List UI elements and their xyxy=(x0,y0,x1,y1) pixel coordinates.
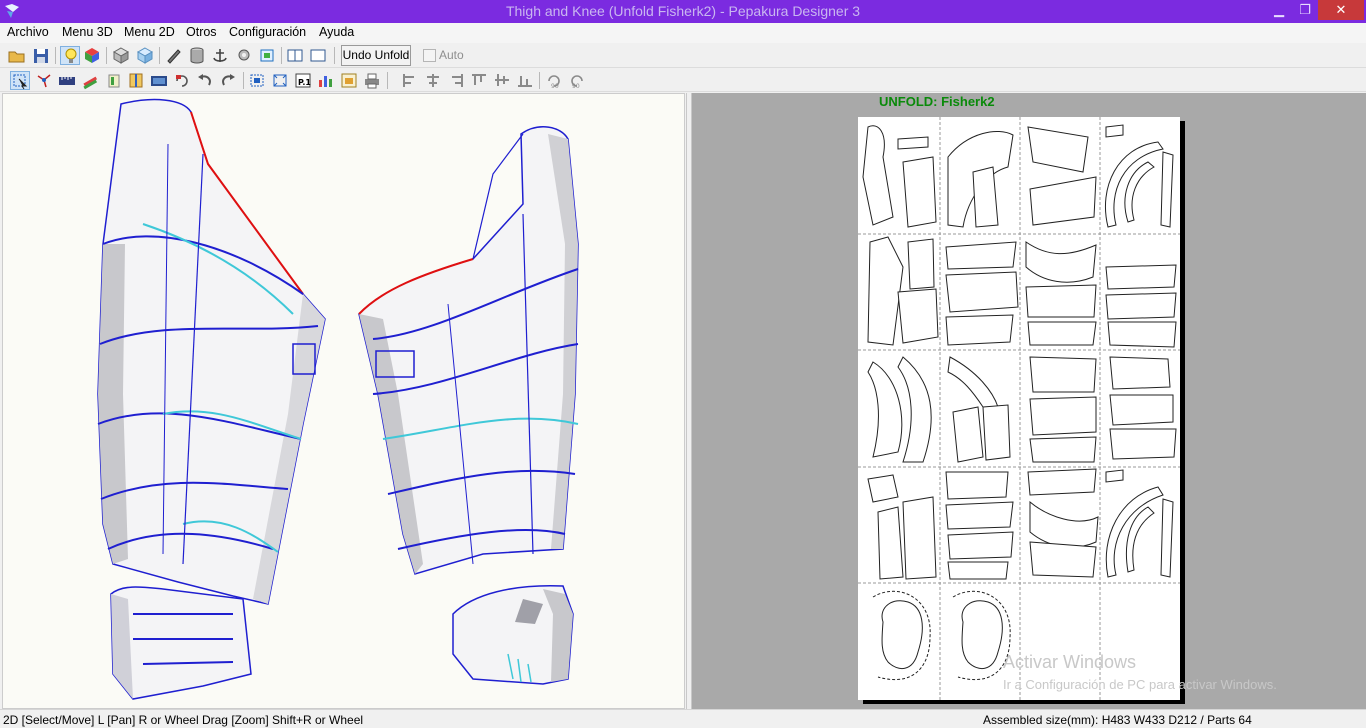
undo-icon[interactable] xyxy=(195,71,215,90)
rotate-90-ccw-icon[interactable]: 90 xyxy=(544,71,564,90)
snap-icon[interactable] xyxy=(270,71,290,90)
left-knee-model xyxy=(110,586,252,700)
unfold-heading: UNFOLD: Fisherk2 xyxy=(879,94,995,109)
2d-view[interactable]: UNFOLD: Fisherk2 Activar Windows Ir a Co… xyxy=(692,93,1366,709)
ruler-icon[interactable] xyxy=(57,71,77,90)
anchor-icon[interactable] xyxy=(210,46,230,65)
menu-otros[interactable]: Otros xyxy=(186,25,217,39)
texture-cube-icon[interactable] xyxy=(135,46,155,65)
auto-label: Auto xyxy=(439,48,464,62)
pattern-layout xyxy=(858,117,1180,700)
print-sheet[interactable] xyxy=(858,117,1180,700)
auto-checkbox[interactable] xyxy=(423,49,436,62)
menu-2d[interactable]: Menu 2D xyxy=(124,25,175,39)
align-left-icon[interactable] xyxy=(400,71,420,90)
close-button[interactable]: ✕ xyxy=(1318,0,1364,20)
title-bar: Thigh and Knee (Unfold Fisherk2) - Pepak… xyxy=(0,0,1366,23)
menu-3d[interactable]: Menu 3D xyxy=(62,25,113,39)
align-bottom-icon[interactable] xyxy=(515,71,535,90)
paint-icon[interactable] xyxy=(80,71,100,90)
save-icon[interactable] xyxy=(31,46,51,65)
lightbulb-icon[interactable] xyxy=(60,46,80,65)
edit-toolbar: P.1 90 90 xyxy=(0,68,1366,92)
left-thigh-model xyxy=(97,98,326,605)
activation-watermark-text: Ir a Configuración de PC para activar Wi… xyxy=(1003,677,1277,692)
flap-icon[interactable] xyxy=(257,46,277,65)
move-part-icon[interactable] xyxy=(149,71,169,90)
pencil-icon[interactable] xyxy=(164,46,184,65)
status-bar: 2D [Select/Move] L [Pan] R or Wheel Drag… xyxy=(0,709,1366,728)
wireframe-cube-icon[interactable] xyxy=(111,46,131,65)
svg-text:90: 90 xyxy=(572,83,580,90)
3d-view[interactable] xyxy=(2,93,685,709)
3d-model-canvas[interactable] xyxy=(3,94,686,710)
right-thigh-model xyxy=(358,126,579,575)
join-edge-icon[interactable] xyxy=(34,71,54,90)
align-center-icon[interactable] xyxy=(423,71,443,90)
rotate-icon[interactable] xyxy=(172,71,192,90)
toolbar-separator xyxy=(243,72,244,89)
select-icon[interactable] xyxy=(10,71,30,90)
page-icon[interactable] xyxy=(339,71,359,90)
toolbar-separator xyxy=(334,47,335,64)
activation-watermark-title: Activar Windows xyxy=(1003,652,1137,672)
settings-icon[interactable] xyxy=(234,46,254,65)
toolbar-separator xyxy=(159,47,160,64)
undo-unfold-button[interactable]: Undo Unfold xyxy=(341,45,411,66)
toolbar-separator xyxy=(106,47,107,64)
redo-icon[interactable] xyxy=(218,71,238,90)
minimize-button[interactable]: ▁ xyxy=(1266,0,1292,20)
menu-configuracion[interactable]: Configuración xyxy=(229,25,306,39)
maximize-button[interactable]: ❐ xyxy=(1292,0,1318,20)
dual-view-icon[interactable] xyxy=(308,46,328,65)
toolbar-separator xyxy=(387,72,388,89)
align-top-icon[interactable] xyxy=(469,71,489,90)
toolbar-separator xyxy=(55,47,56,64)
menu-ayuda[interactable]: Ayuda xyxy=(319,25,354,39)
svg-text:90: 90 xyxy=(551,83,559,90)
menu-bar: Archivo Menu 3D Menu 2D Otros Configurac… xyxy=(0,23,1366,43)
cut-icon[interactable] xyxy=(104,71,124,90)
toolbar-separator xyxy=(281,47,282,64)
fold-icon[interactable] xyxy=(126,71,146,90)
print-icon[interactable] xyxy=(362,71,382,90)
menu-archivo[interactable]: Archivo xyxy=(7,25,49,39)
statistics-icon[interactable] xyxy=(316,71,336,90)
status-assembled-size: Assembled size(mm): H483 W433 D212 / Par… xyxy=(983,713,1252,727)
toolbar-separator xyxy=(539,72,540,89)
cylinder-icon[interactable] xyxy=(187,46,207,65)
status-hint: 2D [Select/Move] L [Pan] R or Wheel Drag… xyxy=(3,713,364,727)
single-view-icon[interactable] xyxy=(285,46,305,65)
open-icon[interactable] xyxy=(7,46,27,65)
window-title: Thigh and Knee (Unfold Fisherk2) - Pepak… xyxy=(505,3,861,19)
main-toolbar: Undo Unfold Auto xyxy=(0,43,1366,68)
color-cube-icon[interactable] xyxy=(82,46,102,65)
svg-text:P.1: P.1 xyxy=(298,78,311,87)
align-middle-icon[interactable] xyxy=(492,71,512,90)
right-knee-model xyxy=(452,585,574,685)
rotate-90-cw-icon[interactable]: 90 xyxy=(567,71,587,90)
arrange-icon[interactable] xyxy=(247,71,267,90)
page-number-icon[interactable]: P.1 xyxy=(293,71,313,90)
align-right-icon[interactable] xyxy=(446,71,466,90)
